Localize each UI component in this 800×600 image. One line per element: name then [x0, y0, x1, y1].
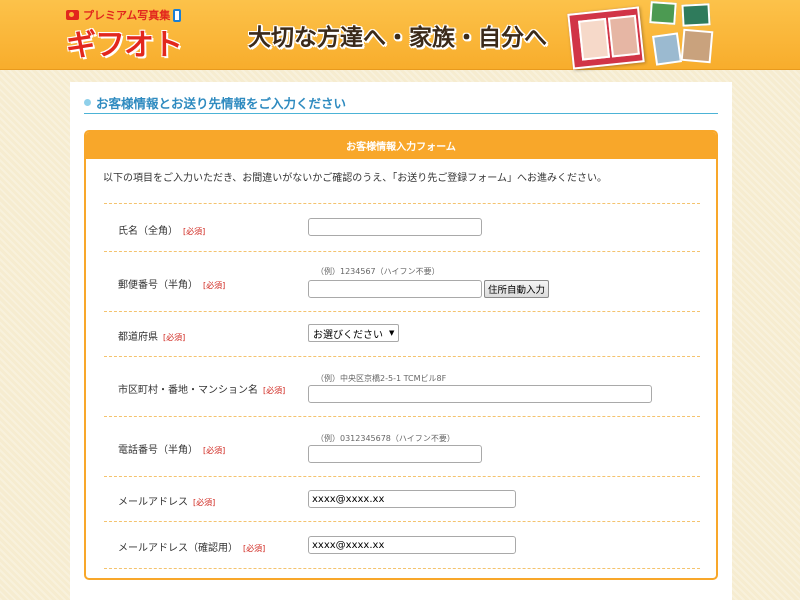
logo[interactable]: ギフオト — [66, 20, 183, 64]
required-badge: [必須] — [263, 386, 286, 395]
address-hint: （例）中央区京橋2-5-1 TCMビル8F — [316, 374, 447, 383]
zip-hint: （例）1234567（ハイフン不要） — [316, 267, 440, 276]
customer-info-form: お客様情報入力フォーム 以下の項目をご入力いただき、お間違いがないかご確認のうえ… — [84, 130, 718, 580]
dropdown-caret-icon: ▼ — [389, 329, 395, 337]
header-tagline: 大切な方達へ・家族・自分へ — [248, 25, 547, 51]
required-badge: [必須] — [243, 544, 266, 553]
address-input[interactable] — [308, 385, 652, 403]
logo-text-3: ト — [153, 28, 183, 63]
zip-input[interactable] — [308, 280, 482, 298]
prefecture-selected: お選びください — [313, 329, 383, 341]
phone-label: 電話番号（半角） [必須] — [118, 441, 225, 456]
phone-input[interactable] — [308, 445, 482, 463]
logo-text-2: オ — [124, 28, 154, 63]
zip-label: 郵便番号（半角） [必須] — [118, 276, 225, 291]
site-header: プレミアム写真集 ギフオト 大切な方達へ・家族・自分へ — [0, 0, 800, 70]
form-row-zip: 郵便番号（半角） [必須] （例）1234567（ハイフン不要） 住所自動入力 — [104, 251, 700, 311]
name-label: 氏名（全角） [必須] — [118, 222, 205, 237]
name-label-text: 氏名（全角） — [118, 226, 178, 237]
prefecture-label-text: 都道府県 — [118, 332, 158, 343]
camera-icon — [66, 10, 79, 20]
address-label-text: 市区町村・番地・マンション名 — [118, 385, 258, 396]
photo-album-image — [567, 1, 722, 70]
section-title-text: お客様情報とお送り先情報をご入力ください — [96, 96, 347, 111]
email-label-text: メールアドレス — [118, 497, 188, 508]
form-row-name: 氏名（全角） [必須] — [104, 203, 700, 251]
email-label: メールアドレス [必須] — [118, 493, 215, 508]
section-title: お客様情報とお送り先情報をご入力ください — [84, 94, 718, 114]
form-row-email: メールアドレス [必須] — [104, 476, 700, 521]
address-label: 市区町村・番地・マンション名 [必須] — [118, 381, 285, 396]
form-row-email-confirm: メールアドレス（確認用） [必須] — [104, 521, 700, 569]
phone-hint: （例）0312345678（ハイフン不要） — [316, 434, 455, 443]
bullet-icon — [84, 99, 91, 106]
form-row-address: 市区町村・番地・マンション名 [必須] （例）中央区京橋2-5-1 TCMビル8F — [104, 356, 700, 416]
prefecture-label: 都道府県 [必須] — [118, 328, 185, 343]
email-confirm-input[interactable] — [308, 536, 516, 554]
required-badge: [必須] — [193, 498, 216, 507]
email-input[interactable] — [308, 490, 516, 508]
email-confirm-label-text: メールアドレス（確認用） — [118, 543, 238, 554]
form-intro: 以下の項目をご入力いただき、お間違いがないかご確認のうえ、「お送り先ご登録フォー… — [103, 173, 607, 184]
prefecture-select[interactable]: お選びください ▼ — [308, 324, 400, 342]
email-confirm-label: メールアドレス（確認用） [必須] — [118, 539, 265, 554]
row-divider — [104, 568, 700, 569]
address-autofill-button[interactable]: 住所自動入力 — [484, 280, 550, 298]
required-badge: [必須] — [163, 333, 186, 342]
required-badge: [必須] — [203, 446, 226, 455]
required-badge: [必須] — [183, 227, 206, 236]
logo-text-1: ギフ — [66, 28, 125, 63]
form-row-phone: 電話番号（半角） [必須] （例）0312345678（ハイフン不要） — [104, 416, 700, 476]
required-badge: [必須] — [203, 281, 226, 290]
zip-label-text: 郵便番号（半角） — [118, 280, 198, 291]
name-input[interactable] — [308, 218, 482, 236]
form-row-prefecture: 都道府県 [必須] お選びください ▼ — [104, 311, 700, 356]
content-panel: お客様情報とお送り先情報をご入力ください お客様情報入力フォーム 以下の項目をご… — [70, 82, 732, 600]
phone-label-text: 電話番号（半角） — [118, 445, 198, 456]
form-title: お客様情報入力フォーム — [86, 132, 716, 159]
